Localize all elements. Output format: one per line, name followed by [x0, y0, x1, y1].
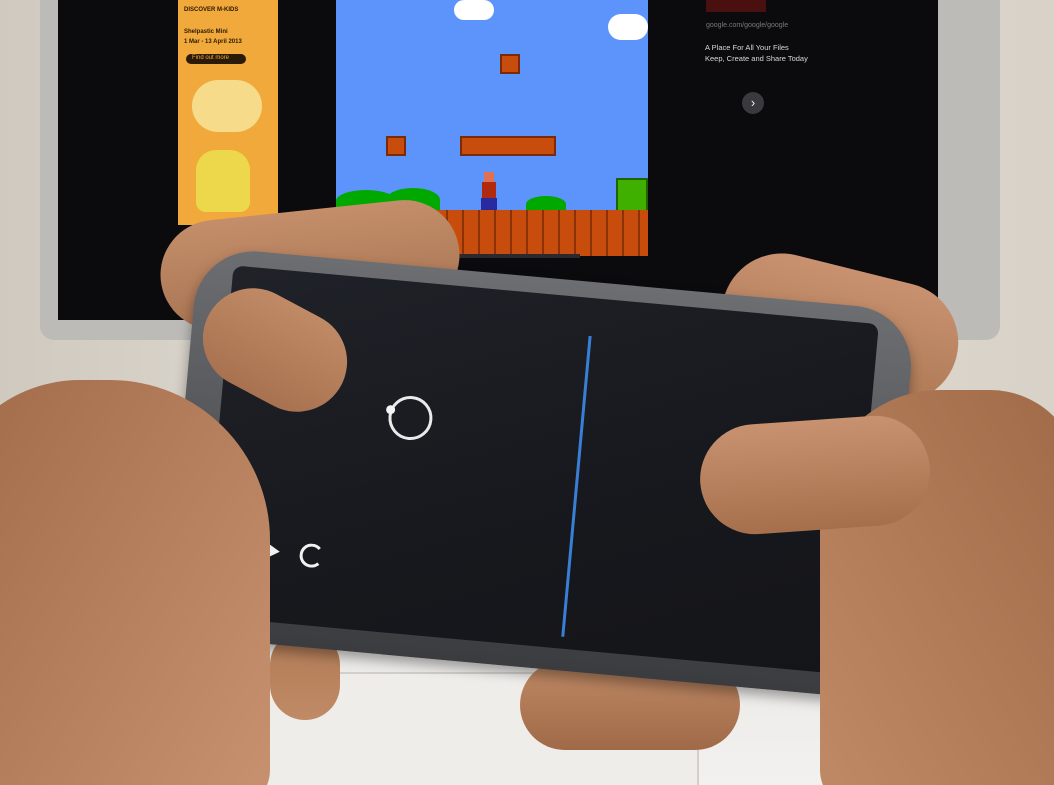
ad-button-label: Find out more: [192, 55, 230, 61]
ad-date: 1 Mar - 13 April 2013: [184, 39, 242, 45]
cloud: [608, 14, 648, 40]
ad-banner-strip: [706, 0, 766, 12]
right-thumb: [696, 412, 934, 538]
ad-text: A Place For All Your Files Keep, Create …: [705, 43, 808, 63]
ad-headline: DISCOVER M-KIDS: [184, 7, 239, 13]
screen-divider: [561, 335, 592, 637]
chevron-right-icon[interactable]: ›: [742, 92, 764, 114]
player-head: [484, 172, 494, 182]
pipe: [616, 178, 648, 212]
reload-icon[interactable]: [298, 542, 325, 569]
brick-block: [386, 136, 406, 156]
left-hand-palm: [0, 380, 270, 785]
joystick-ring-icon[interactable]: [386, 394, 435, 442]
player-character: [480, 172, 498, 210]
brick-row: [460, 136, 556, 156]
mascot-top-illustration: [192, 80, 262, 132]
photo-scene: DISCOVER M-KIDS Shelpastic Mini 1 Mar - …: [0, 0, 1054, 785]
mascot-illustration: [196, 150, 250, 212]
player-body: [482, 182, 496, 198]
ad-find-out-more-button[interactable]: Find out more: [186, 54, 246, 64]
cloud: [454, 0, 494, 20]
brick-block: [500, 54, 520, 74]
ad-url[interactable]: google.com/google/google: [706, 22, 788, 29]
ad-subline: Shelpastic Mini: [184, 29, 228, 35]
player-legs: [481, 198, 497, 210]
